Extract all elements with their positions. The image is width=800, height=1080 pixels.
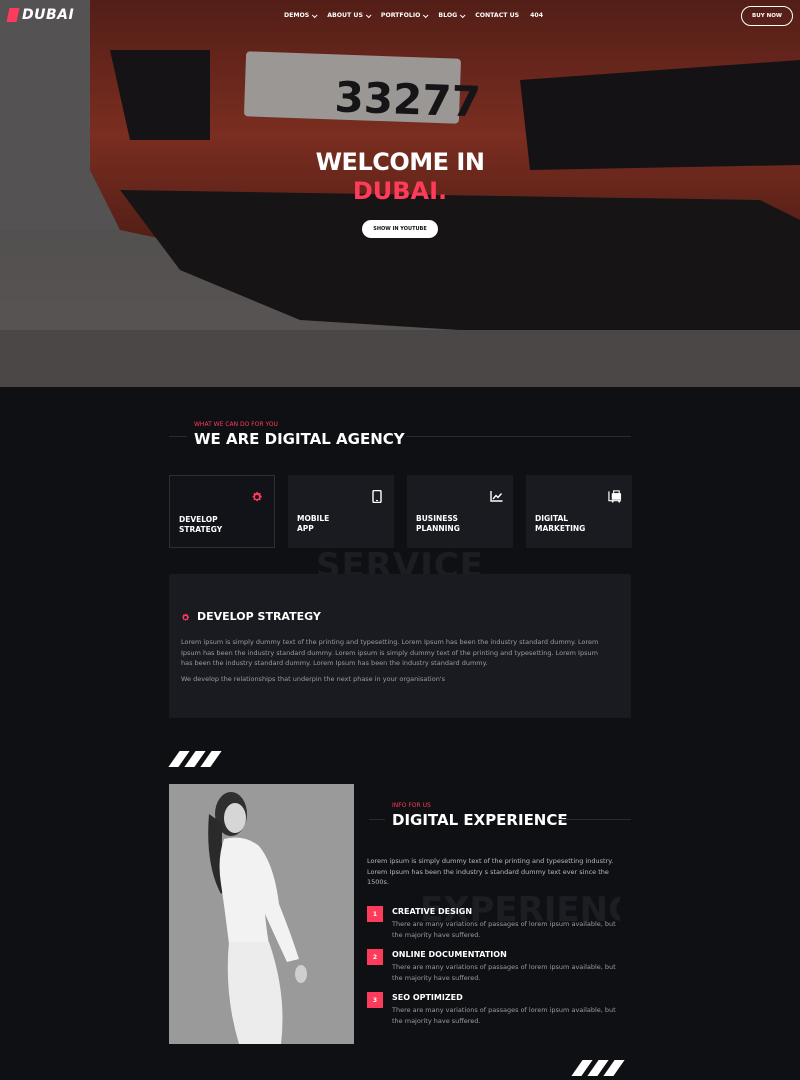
feature-number: 1 xyxy=(367,906,383,922)
menu-item-404[interactable]: 404 xyxy=(530,12,543,19)
gear-icon xyxy=(250,490,264,504)
buy-now-button[interactable]: BUY NOW xyxy=(741,6,793,26)
show-in-youtube-button[interactable]: SHOW IN YOUTUBE xyxy=(362,220,438,238)
service-card-digital-marketing[interactable]: DIGITAL MARKETING xyxy=(526,475,632,548)
feature-number: 2 xyxy=(367,949,383,965)
decorative-stripes xyxy=(168,751,222,767)
main-menu: DEMOS ABOUT US PORTFOLIO BLOG CONTACT US… xyxy=(284,11,554,19)
hero-title: WELCOME IN xyxy=(315,148,485,176)
chart-icon xyxy=(489,489,503,503)
feature-title: ONLINE DOCUMENTATION xyxy=(392,950,507,959)
logo-text: DUBAI xyxy=(22,7,75,23)
chevron-down-icon xyxy=(423,11,429,18)
gear-icon xyxy=(181,607,190,626)
menu-item-about-us[interactable]: ABOUT US xyxy=(327,11,372,19)
menu-item-label: 404 xyxy=(530,12,544,19)
feature-title: SEO OPTIMIZED xyxy=(392,993,463,1002)
marketing-icon xyxy=(608,489,622,503)
menu-item-blog[interactable]: BLOG xyxy=(438,11,466,19)
panel-title: DEVELOP STRATEGY xyxy=(197,610,321,623)
feature-text: There are many variations of passages of… xyxy=(392,1006,616,1025)
menu-item-portfolio[interactable]: PORTFOLIO xyxy=(380,11,429,19)
logo-mark-icon xyxy=(6,8,20,22)
services-title: WE ARE DIGITAL AGENCY xyxy=(194,430,405,448)
panel-header: DEVELOP STRATEGY xyxy=(181,607,321,626)
menu-item-label: DEMOS xyxy=(284,12,310,19)
hero-title-accent: DUBAI. xyxy=(352,177,448,205)
menu-item-label: PORTFOLIO xyxy=(380,12,421,19)
top-navigation: DUBAI DEMOS ABOUT US PORTFOLIO BLOG CONT… xyxy=(0,0,800,32)
service-card-label: DIGITAL MARKETING xyxy=(535,514,586,533)
service-card-label: MOBILE APP xyxy=(297,514,330,533)
panel-description-secondary: We develop the relationships that underp… xyxy=(181,675,445,683)
panel-description: Lorem ipsum is simply dummy text of the … xyxy=(181,638,599,667)
service-cards: DEVELOP STRATEGY MOBILE APP BUSINESS PLANNI… xyxy=(169,475,632,548)
experience-title: DIGITAL EXPERIENCE xyxy=(392,811,568,829)
feature-number: 3 xyxy=(367,992,383,1008)
divider xyxy=(169,436,187,437)
woman-portrait-image xyxy=(169,784,354,1044)
experience-subtitle: INFO FOR US xyxy=(392,802,431,809)
chevron-down-icon xyxy=(365,11,372,18)
feature-title: CREATIVE DESIGN xyxy=(392,907,473,916)
experience-intro: Lorem ipsum is simply dummy text of the … xyxy=(367,857,614,886)
feature-text: There are many variations of passages of… xyxy=(392,963,616,982)
service-card-develop-strategy[interactable]: DEVELOP STRATEGY xyxy=(169,475,275,548)
divider xyxy=(369,819,385,820)
menu-item-contact-us[interactable]: CONTACT US xyxy=(475,12,519,19)
feature-text: There are many variations of passages of… xyxy=(392,920,616,939)
menu-item-demos[interactable]: DEMOS xyxy=(284,11,318,19)
logo[interactable]: DUBAI xyxy=(6,7,75,23)
menu-item-label: ABOUT US xyxy=(327,12,363,19)
decorative-stripes xyxy=(571,1060,625,1076)
services-subtitle: WHAT WE CAN DO FOR YOU xyxy=(194,421,278,428)
service-card-mobile-app[interactable]: MOBILE APP xyxy=(288,475,394,548)
divider xyxy=(406,436,631,437)
service-card-label: BUSINESS PLANNING xyxy=(416,514,460,533)
service-card-label: DEVELOP STRATEGY xyxy=(179,515,223,534)
mobile-icon xyxy=(370,489,384,503)
hero-section: 33277 DUBAI DEMOS ABOUT US PORTFOLIO BLO… xyxy=(0,0,800,387)
service-detail-panel: DEVELOP STRATEGY Lorem ipsum is simply d… xyxy=(169,574,631,718)
chevron-down-icon xyxy=(460,11,466,18)
divider xyxy=(558,819,631,820)
menu-item-label: CONTACT US xyxy=(475,12,520,19)
service-card-business-planning[interactable]: BUSINESS PLANNING xyxy=(407,475,513,548)
menu-item-label: BLOG xyxy=(438,12,458,19)
chevron-down-icon xyxy=(312,11,318,18)
